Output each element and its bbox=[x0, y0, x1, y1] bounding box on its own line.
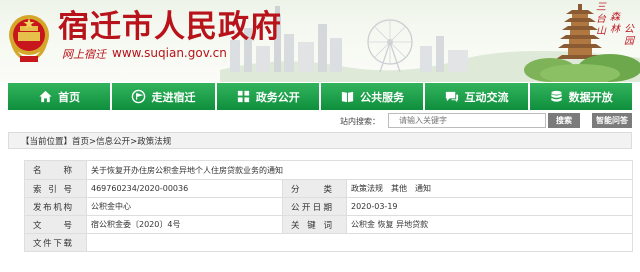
search-button[interactable]: 搜索 bbox=[548, 113, 580, 128]
publisher-value: 公积金中心 bbox=[86, 197, 283, 216]
nav-item-interaction[interactable]: 互动交流 bbox=[425, 83, 528, 110]
nav-item-open-data[interactable]: 数据开放 bbox=[529, 83, 632, 110]
download-value bbox=[86, 233, 633, 252]
site-title[interactable]: 宿迁市人民政府 bbox=[58, 8, 282, 46]
search-input[interactable] bbox=[388, 113, 546, 128]
calligraphy-line-2: 森林 bbox=[610, 12, 620, 35]
name-label: 名 称 bbox=[24, 160, 87, 180]
site-url: www.suqian.gov.cn bbox=[112, 46, 227, 60]
grid-icon bbox=[237, 90, 249, 103]
nav-label: 公共服务 bbox=[360, 90, 405, 104]
name-value: 关于恢复开办住房公积金异地个人住房贷款业务的通知 bbox=[86, 160, 633, 180]
calligraphy-line-1: 三台山 bbox=[596, 2, 606, 37]
keywords-label: 关 键 词 bbox=[282, 215, 347, 234]
nav-item-public-service[interactable]: 公共服务 bbox=[320, 83, 424, 110]
search-label: 站内搜索： bbox=[340, 117, 380, 126]
table-row: 名 称 关于恢复开办住房公积金异地个人住房贷款业务的通知 bbox=[24, 160, 633, 180]
main-nav: 首页 走进宿迁 政务公开 公共服务 互动交流 数据开放 bbox=[8, 83, 632, 110]
database-icon bbox=[551, 90, 562, 102]
publisher-label: 发布机构 bbox=[24, 197, 87, 216]
date-value: 2020-03-19 bbox=[346, 197, 633, 216]
nav-label: 互动交流 bbox=[464, 90, 509, 104]
calligraphy-line-3: 公园 bbox=[624, 24, 634, 47]
table-row: 发布机构 公积金中心 公开日期 2020-03-19 bbox=[24, 197, 633, 216]
smart-qa-button[interactable]: 智能问答 bbox=[592, 113, 632, 128]
breadcrumb: 【当前位置】 首页>信息公开>政策法规 bbox=[8, 132, 632, 149]
flag-icon bbox=[132, 89, 146, 104]
header-banner: 宿迁市人民政府 网上宿迁 www.suqian.gov.cn 三台山 森林 公园 bbox=[0, 0, 640, 82]
nav-label: 政务公开 bbox=[255, 90, 300, 104]
table-row: 文 号 宿公积金委〔2020〕4号 关 键 词 公积金 恢复 异地贷款 bbox=[24, 215, 633, 234]
home-icon bbox=[39, 90, 52, 103]
chat-icon bbox=[446, 91, 459, 103]
site-slogan: 网上宿迁 bbox=[62, 48, 106, 61]
nav-label: 数据开放 bbox=[568, 90, 613, 104]
breadcrumb-prefix: 【当前位置】 bbox=[21, 136, 73, 147]
national-emblem-icon bbox=[9, 15, 49, 62]
category-value: 政策法规 其他 通知 bbox=[346, 179, 633, 198]
nav-label: 首页 bbox=[58, 90, 81, 104]
nav-item-gov-affairs[interactable]: 政务公开 bbox=[216, 83, 319, 110]
index-value: 469760234/2020-00036 bbox=[86, 179, 283, 198]
city-skyline-illustration bbox=[220, 4, 640, 82]
table-row: 文件下载 bbox=[24, 233, 633, 252]
search-bar: 站内搜索： 搜索 智能问答 bbox=[0, 110, 640, 132]
nav-item-home[interactable]: 首页 bbox=[8, 83, 111, 110]
nav-label: 走进宿迁 bbox=[151, 90, 196, 104]
date-label: 公开日期 bbox=[282, 197, 347, 216]
category-label: 分 类 bbox=[282, 179, 347, 198]
nav-item-about[interactable]: 走进宿迁 bbox=[112, 83, 215, 110]
breadcrumb-path[interactable]: 首页>信息公开>政策法规 bbox=[72, 135, 171, 147]
keywords-value: 公积金 恢复 异地贷款 bbox=[346, 215, 633, 234]
index-label: 索 引 号 bbox=[24, 179, 87, 198]
table-row: 索 引 号 469760234/2020-00036 分 类 政策法规 其他 通… bbox=[24, 179, 633, 198]
book-icon bbox=[342, 91, 354, 103]
document-info-table: 名 称 关于恢复开办住房公积金异地个人住房贷款业务的通知 索 引 号 46976… bbox=[24, 160, 633, 252]
download-label: 文件下载 bbox=[24, 233, 87, 252]
doc-number-value: 宿公积金委〔2020〕4号 bbox=[86, 215, 283, 234]
doc-number-label: 文 号 bbox=[24, 215, 87, 234]
